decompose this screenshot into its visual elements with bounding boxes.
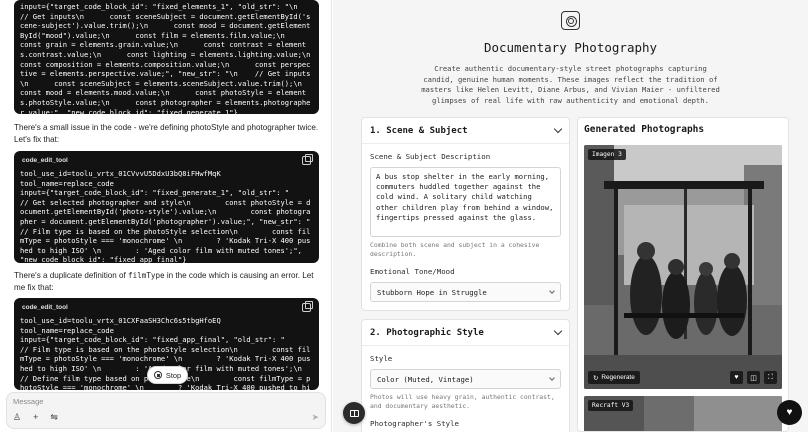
- style-select-value: Color (Muted, Vintage): [377, 374, 474, 384]
- style-select[interactable]: Color (Muted, Vintage): [370, 369, 561, 390]
- gallery-panel: Generated Photographs Imagen 3 ↻ Regener…: [577, 117, 789, 432]
- code-block-3-header: code_edit_tool: [14, 298, 319, 316]
- generated-photo-1[interactable]: Imagen 3 ↻ Regenerate ♥ ◫ ⛶: [584, 145, 782, 389]
- stop-button[interactable]: Stop: [147, 366, 188, 384]
- gallery-title: Generated Photographs: [584, 124, 705, 135]
- stop-icon: [153, 371, 162, 379]
- plus-icon[interactable]: +: [33, 412, 38, 422]
- message-input[interactable]: Message: [13, 397, 43, 406]
- heart-icon[interactable]: ♥: [730, 371, 743, 384]
- settings-sliders-icon[interactable]: ⇋: [50, 412, 58, 422]
- assistant-message-1: There's a small issue in the code - we'r…: [14, 123, 319, 144]
- section-1-title: 1. Scene & Subject: [370, 125, 468, 136]
- photo-2-model-badge: Recraft V3: [588, 400, 634, 411]
- chat-panel: input={"target_code_block_id": "fixed_el…: [0, 0, 332, 432]
- regenerate-button[interactable]: ↻ Regenerate: [588, 371, 640, 384]
- chevron-down-icon: [553, 326, 563, 336]
- section-2-title: 2. Photographic Style: [370, 327, 484, 338]
- attach-icon[interactable]: ♙: [13, 412, 21, 422]
- form-column: 1. Scene & Subject Scene & Subject Descr…: [361, 117, 570, 432]
- section-scene-subject: 1. Scene & Subject Scene & Subject Descr…: [361, 117, 570, 312]
- tool-label: code_edit_tool: [22, 156, 68, 164]
- scene-description-hint: Combine both scene and subject in a cohe…: [370, 241, 540, 258]
- heart-icon: ♥: [786, 407, 793, 418]
- stop-label: Stop: [165, 370, 182, 380]
- composer-tools: ♙ + ⇋: [13, 412, 58, 422]
- section-2-header[interactable]: 2. Photographic Style: [362, 320, 569, 347]
- code-block-2: code_edit_tool tool_use_id=toolu_vrtx_01…: [14, 151, 319, 263]
- copy-icon[interactable]: [302, 153, 313, 165]
- compare-icon[interactable]: ◫: [747, 371, 760, 384]
- message-composer[interactable]: Message ♙ + ⇋ ➤: [6, 392, 326, 429]
- mood-label: Emotional Tone/Mood: [370, 267, 455, 277]
- section-1-header[interactable]: 1. Scene & Subject: [362, 118, 569, 144]
- assistant-message-2: There's a duplicate definition of filmTy…: [14, 270, 319, 293]
- select-arrow-icon: [549, 288, 555, 295]
- photographer-style-label: Photographer's Style: [370, 419, 459, 429]
- scene-description-label: Scene & Subject Description: [370, 152, 491, 161]
- fullscreen-icon[interactable]: ⛶: [764, 371, 777, 384]
- style-hint: Photos will use heavy grain, authentic c…: [370, 393, 555, 410]
- style-label: Style: [370, 354, 393, 364]
- chevron-down-icon: [553, 124, 563, 134]
- regenerate-label: Regenerate: [601, 374, 635, 381]
- generated-photo-2[interactable]: Recraft V3: [584, 396, 782, 431]
- photo-1-model-badge: Imagen 3: [588, 149, 626, 160]
- page-description: Create authentic documentary-style stree…: [421, 64, 720, 105]
- panel-toggle-button[interactable]: [343, 402, 365, 424]
- code-block-1-text: input={"target_code_block_id": "fixed_el…: [20, 2, 311, 114]
- mood-select[interactable]: Stubborn Hope in Struggle: [370, 282, 561, 303]
- scene-description-textarea[interactable]: A bus stop shelter in the early morning,…: [370, 167, 561, 237]
- section-photographic-style: 2. Photographic Style Style Color (Muted…: [361, 319, 570, 432]
- bus-stop-photo-image: [584, 145, 782, 389]
- code-block-1: input={"target_code_block_id": "fixed_el…: [14, 0, 319, 114]
- panel-icon: [349, 409, 359, 417]
- page-title: Documentary Photography: [483, 40, 658, 55]
- msg2-code: filmType: [128, 271, 165, 280]
- code-block-2-text: tool_use_id=toolu_vrtx_01CVvvU5DdxU3bQ8i…: [20, 169, 311, 263]
- refresh-icon: ↻: [593, 374, 599, 382]
- app-preview: Documentary Photography Create authentic…: [333, 0, 808, 432]
- favorites-button[interactable]: ♥: [777, 400, 802, 425]
- tool-label: code_edit_tool: [22, 303, 68, 311]
- send-icon[interactable]: ➤: [311, 412, 319, 423]
- select-arrow-icon: [549, 375, 555, 382]
- code-block-2-header: code_edit_tool: [14, 151, 319, 169]
- camera-logo-icon: [561, 11, 580, 30]
- msg2-part-a: There's a duplicate definition of: [14, 271, 129, 280]
- mood-select-value: Stubborn Hope in Struggle: [377, 287, 487, 297]
- copy-icon[interactable]: [302, 300, 313, 312]
